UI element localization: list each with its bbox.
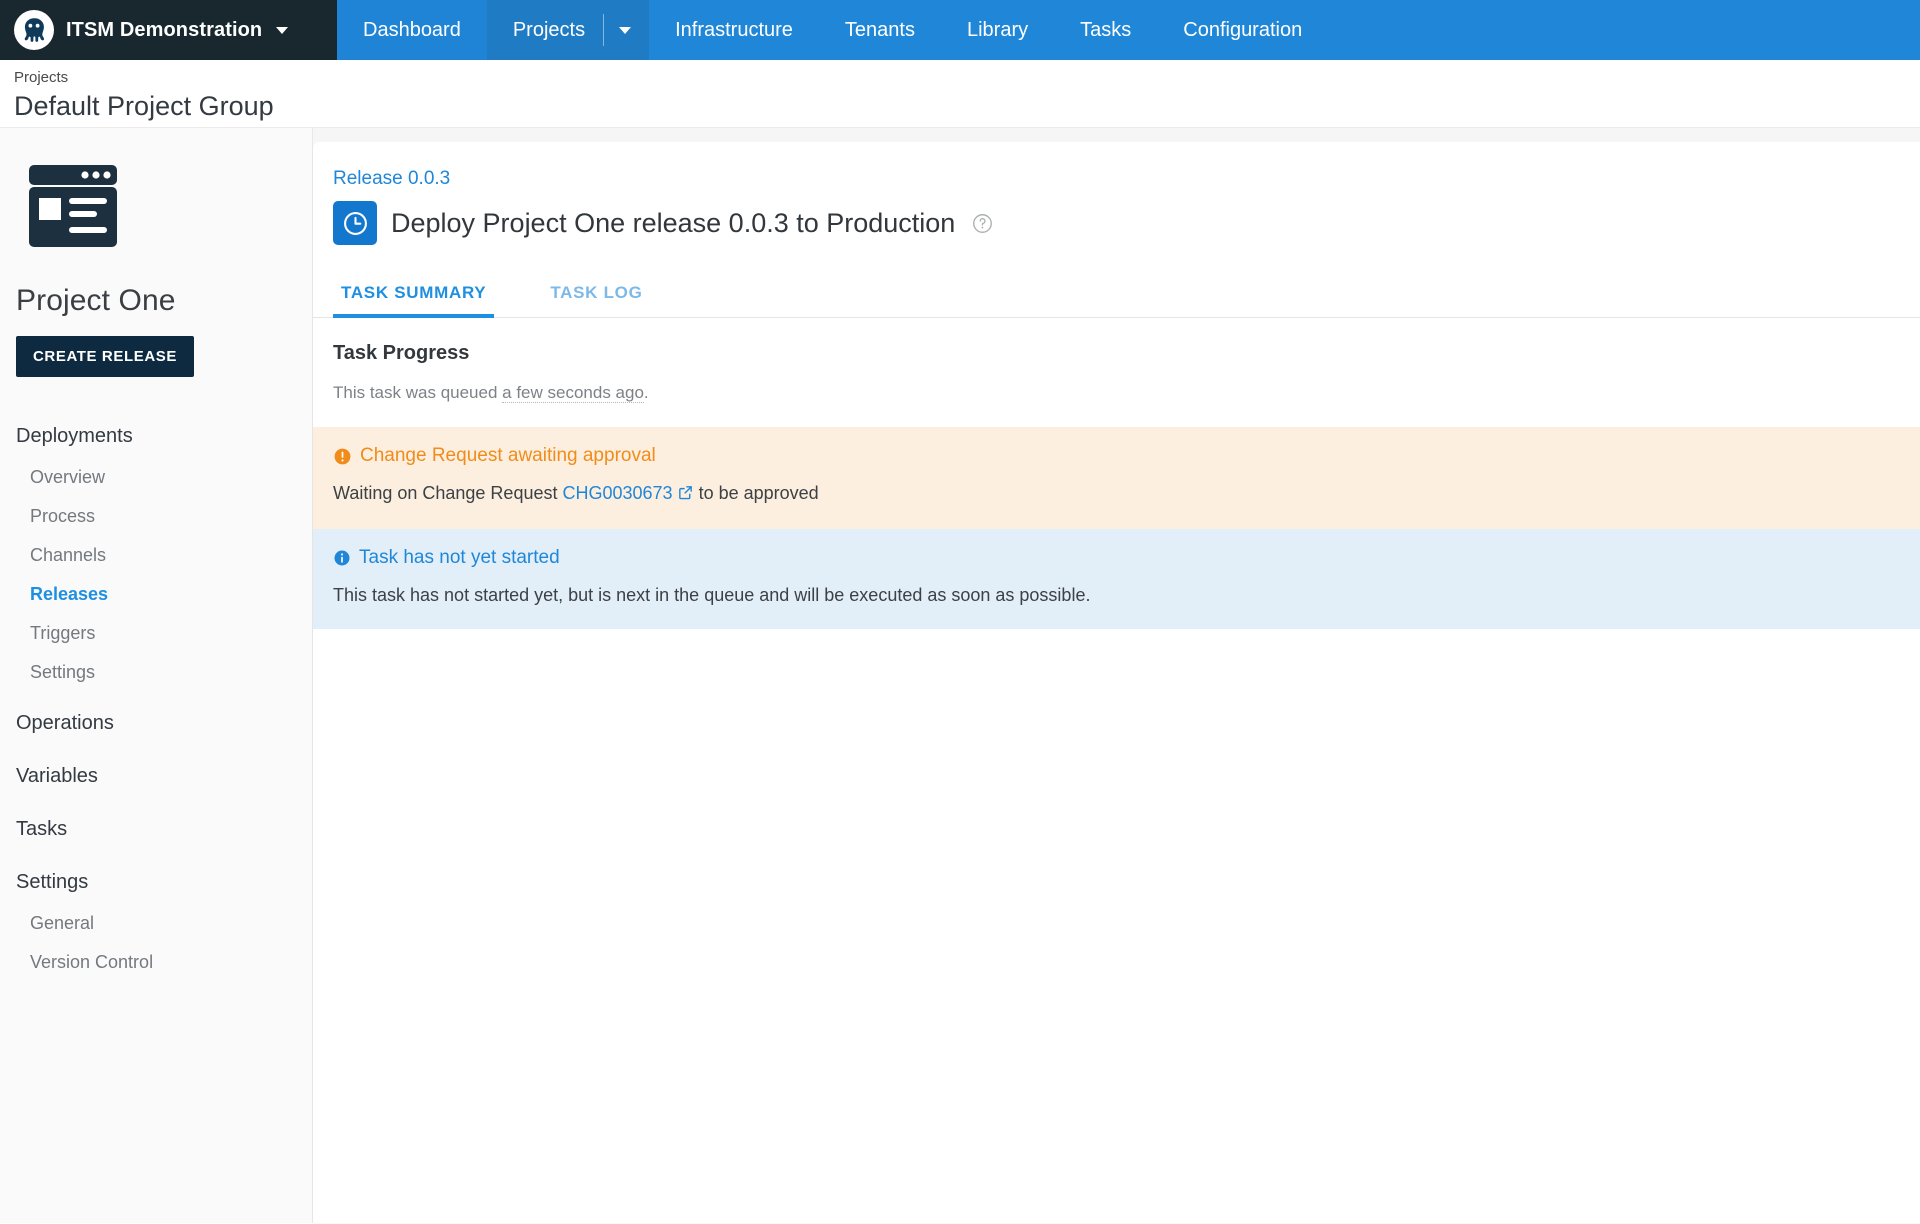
task-not-started-info-banner: Task has not yet started This task has n… bbox=[313, 529, 1920, 629]
nav-item-library-label: Library bbox=[967, 19, 1028, 42]
warning-body-suffix: to be approved bbox=[694, 483, 819, 503]
external-link-icon[interactable] bbox=[677, 483, 694, 507]
help-circle-icon[interactable] bbox=[972, 213, 993, 234]
nav-item-dashboard[interactable]: Dashboard bbox=[337, 0, 487, 60]
octopus-logo-icon bbox=[14, 10, 54, 50]
sidebar-group-deployments[interactable]: Deployments bbox=[16, 415, 312, 458]
project-window-icon bbox=[29, 165, 312, 252]
sidebar-item-version-control[interactable]: Version Control bbox=[30, 943, 312, 982]
queued-prefix: This task was queued bbox=[333, 383, 502, 402]
sidebar-item-general[interactable]: General bbox=[30, 904, 312, 943]
change-request-link[interactable]: CHG0030673 bbox=[562, 483, 672, 503]
sidebar-group-operations[interactable]: Operations bbox=[16, 702, 312, 745]
nav-item-tenants-label: Tenants bbox=[845, 19, 915, 42]
nav-item-projects[interactable]: Projects bbox=[487, 0, 603, 60]
tab-task-log[interactable]: TASK LOG bbox=[542, 271, 650, 317]
nav-item-infrastructure[interactable]: Infrastructure bbox=[649, 0, 819, 60]
warning-banner-heading: Change Request awaiting approval bbox=[333, 445, 1920, 467]
warning-banner-body: Waiting on Change Request CHG0030673 to … bbox=[333, 481, 1920, 507]
clock-icon bbox=[333, 201, 377, 245]
sidebar-item-deployment-settings[interactable]: Settings bbox=[30, 653, 312, 692]
nav-item-library[interactable]: Library bbox=[941, 0, 1054, 60]
brand-name-label: ITSM Demonstration bbox=[66, 19, 262, 42]
breadcrumb: Projects Default Project Group bbox=[0, 60, 1920, 128]
app-window: ITSM Demonstration Dashboard Projects In… bbox=[0, 0, 1920, 1224]
task-progress-heading: Task Progress bbox=[333, 342, 1920, 365]
sidebar-group-settings[interactable]: Settings bbox=[16, 861, 312, 904]
sidebar-item-channels[interactable]: Channels bbox=[30, 536, 312, 575]
nav-item-projects-label: Projects bbox=[513, 19, 585, 42]
warning-banner-title: Change Request awaiting approval bbox=[360, 445, 656, 467]
change-request-warning-banner: Change Request awaiting approval Waiting… bbox=[313, 427, 1920, 529]
nav-item-dashboard-label: Dashboard bbox=[363, 19, 461, 42]
task-card-header: Release 0.0.3 Deploy Project One release… bbox=[313, 142, 1920, 245]
alert-circle-icon bbox=[333, 447, 352, 466]
sidebar-group-tasks[interactable]: Tasks bbox=[16, 808, 312, 851]
info-banner-title: Task has not yet started bbox=[359, 547, 560, 569]
info-banner-body: This task has not started yet, but is ne… bbox=[333, 583, 1920, 607]
nav-item-tasks[interactable]: Tasks bbox=[1054, 0, 1157, 60]
warning-body-prefix: Waiting on Change Request bbox=[333, 483, 562, 503]
brand-menu[interactable]: ITSM Demonstration bbox=[0, 0, 337, 60]
tab-task-summary[interactable]: TASK SUMMARY bbox=[333, 271, 494, 317]
sidebar-item-triggers[interactable]: Triggers bbox=[30, 614, 312, 653]
breadcrumb-parent[interactable]: Projects bbox=[14, 67, 1920, 89]
task-queued-status: This task was queued a few seconds ago. bbox=[333, 383, 1920, 403]
nav-item-configuration-label: Configuration bbox=[1183, 19, 1302, 42]
nav-item-projects-dropdown[interactable] bbox=[603, 0, 649, 60]
body-split: Project One CREATE RELEASE Deployments O… bbox=[0, 128, 1920, 1223]
task-title-row: Deploy Project One release 0.0.3 to Prod… bbox=[333, 201, 1920, 245]
task-progress-section: Task Progress This task was queued a few… bbox=[313, 318, 1920, 403]
sidebar-item-releases[interactable]: Releases bbox=[30, 575, 312, 614]
sidebar-item-overview[interactable]: Overview bbox=[30, 458, 312, 497]
info-circle-icon bbox=[333, 549, 351, 567]
info-banner-heading: Task has not yet started bbox=[333, 547, 1920, 569]
nav-item-tenants[interactable]: Tenants bbox=[819, 0, 941, 60]
task-tabs: TASK SUMMARY TASK LOG bbox=[313, 271, 1920, 318]
project-name: Project One bbox=[16, 284, 312, 318]
chevron-down-icon bbox=[619, 27, 631, 34]
nav-item-infrastructure-label: Infrastructure bbox=[675, 19, 793, 42]
sidebar: Project One CREATE RELEASE Deployments O… bbox=[0, 128, 313, 1223]
sidebar-item-process[interactable]: Process bbox=[30, 497, 312, 536]
queued-suffix: . bbox=[644, 383, 649, 402]
main-content: Release 0.0.3 Deploy Project One release… bbox=[313, 128, 1920, 1223]
top-nav-items: Dashboard Projects Infrastructure Tenant… bbox=[337, 0, 1328, 60]
queued-relative-time[interactable]: a few seconds ago bbox=[502, 383, 644, 403]
task-title: Deploy Project One release 0.0.3 to Prod… bbox=[391, 206, 955, 240]
release-link[interactable]: Release 0.0.3 bbox=[333, 168, 450, 190]
nav-item-tasks-label: Tasks bbox=[1080, 19, 1131, 42]
create-release-button[interactable]: CREATE RELEASE bbox=[16, 336, 194, 377]
page-title: Default Project Group bbox=[14, 89, 1920, 123]
chevron-down-icon bbox=[276, 27, 288, 34]
top-navigation-bar: ITSM Demonstration Dashboard Projects In… bbox=[0, 0, 1920, 60]
task-card: Release 0.0.3 Deploy Project One release… bbox=[313, 142, 1920, 1223]
nav-group-projects: Projects bbox=[487, 0, 649, 60]
nav-item-configuration[interactable]: Configuration bbox=[1157, 0, 1328, 60]
sidebar-group-variables[interactable]: Variables bbox=[16, 755, 312, 798]
